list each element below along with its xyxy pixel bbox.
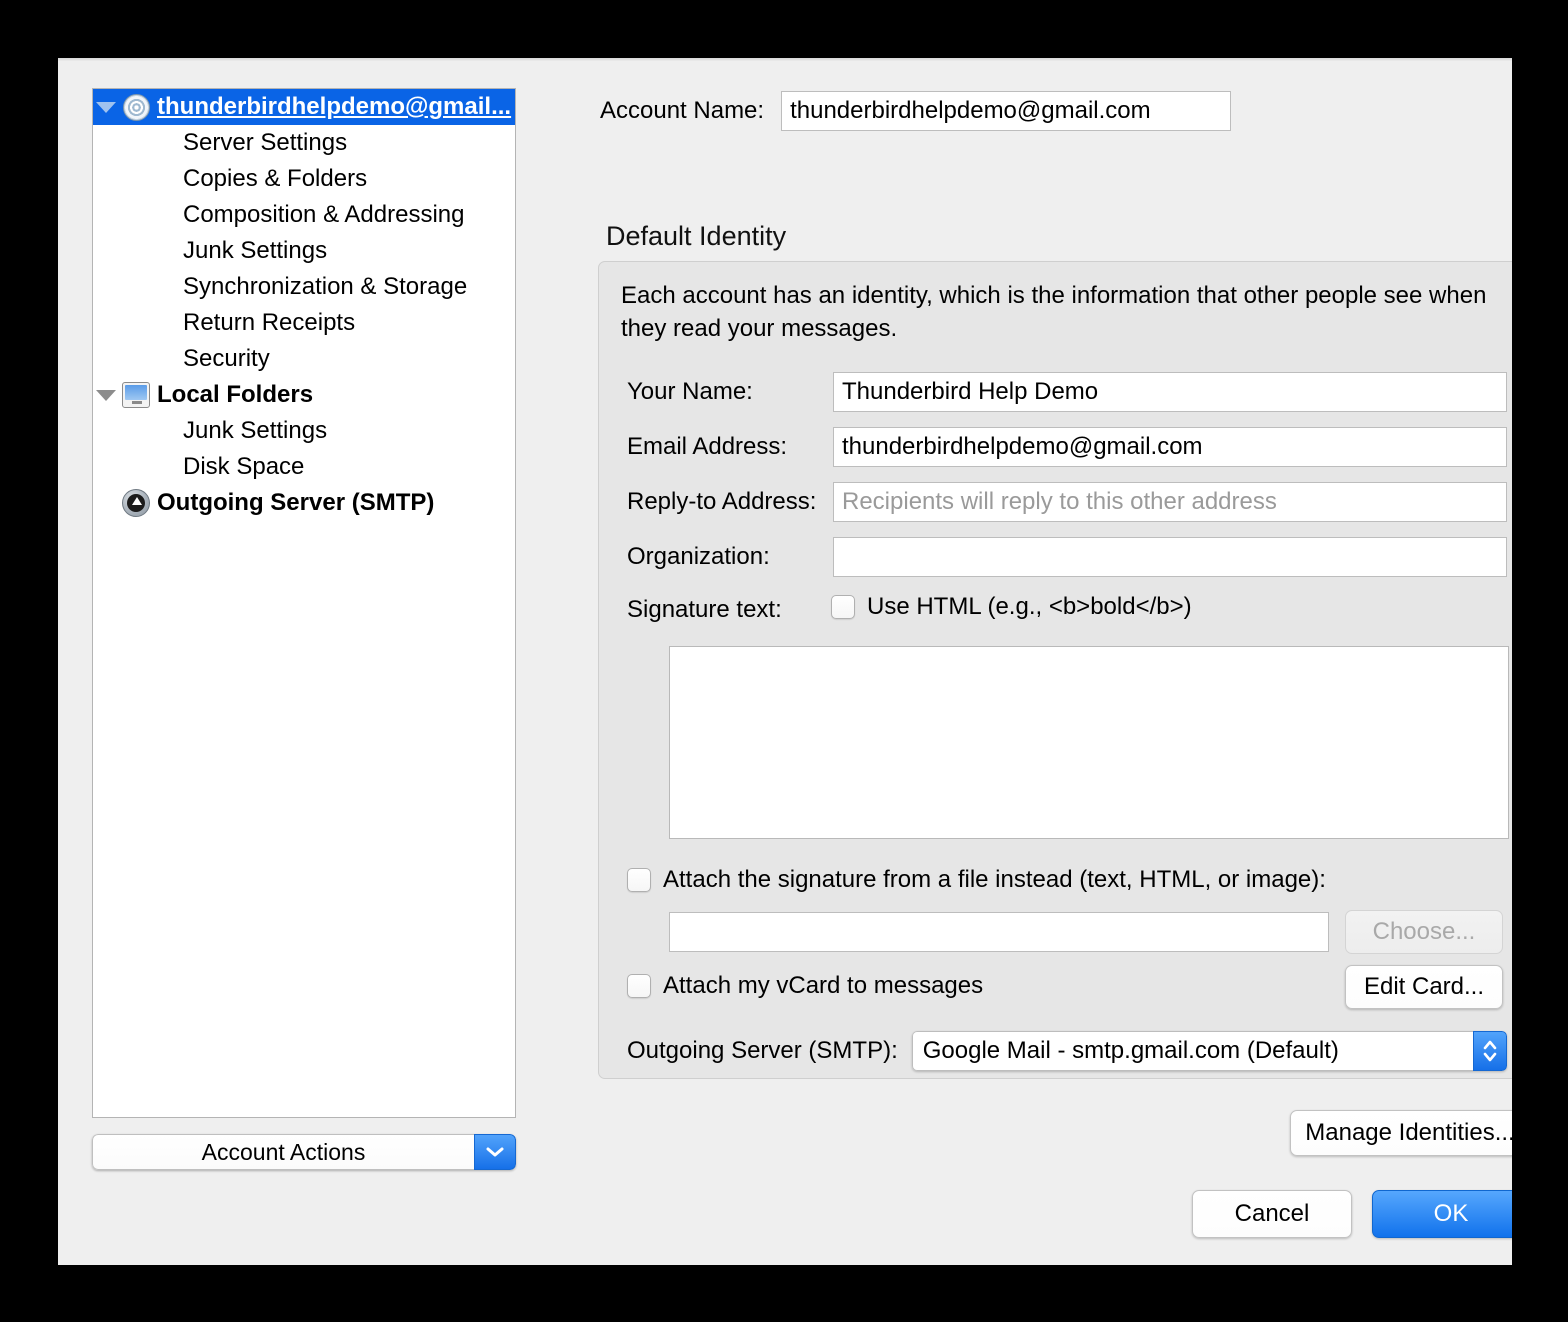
- edit-card-button[interactable]: Edit Card...: [1345, 965, 1503, 1009]
- monitor-icon: [119, 380, 153, 410]
- sidebar-item-outgoing-server-smtp[interactable]: Outgoing Server (SMTP): [93, 485, 515, 521]
- organization-row: Organization:: [627, 537, 1507, 577]
- sidebar-item-label: Copies & Folders: [183, 165, 368, 192]
- sidebar-item-label: Local Folders: [157, 381, 314, 408]
- account-name-row: Account Name: thunderbirdhelpdemo@gmail.…: [600, 91, 1232, 131]
- outgoing-server-row: Outgoing Server (SMTP): Google Mail - sm…: [627, 1031, 1507, 1071]
- outgoing-server-label: Outgoing Server (SMTP):: [627, 1037, 898, 1064]
- choose-button[interactable]: Choose...: [1345, 910, 1503, 954]
- twisty-expanded-icon[interactable]: [93, 102, 119, 113]
- reply-to-row: Reply-to Address: Recipients will reply …: [627, 482, 1507, 522]
- tree-icon-spacer: [145, 272, 179, 302]
- tree-icon-spacer: [145, 236, 179, 266]
- account-icon-glyph: [122, 93, 150, 121]
- sidebar-item-junk-settings[interactable]: Junk Settings: [93, 413, 515, 449]
- attach-vcard-row: Attach my vCard to messages: [627, 972, 983, 1000]
- attach-vcard-checkbox[interactable]: [627, 974, 651, 998]
- your-name-input[interactable]: Thunderbird Help Demo: [833, 372, 1507, 412]
- use-html-row: Use HTML (e.g., <b>bold</b>): [831, 593, 1192, 621]
- account-actions-label: Account Actions: [92, 1134, 474, 1170]
- attach-vcard-label: Attach my vCard to messages: [663, 972, 984, 999]
- account-settings-window: thunderbirdhelpdemo@gmail... Server Setti…: [58, 58, 1512, 1265]
- organization-label: Organization:: [627, 543, 770, 570]
- sidebar-item-return-receipts[interactable]: Return Receipts: [93, 305, 515, 341]
- account-name-label: Account Name:: [600, 97, 765, 124]
- default-identity-group: Each account has an identity, which is t…: [598, 261, 1512, 1079]
- sidebar-item-label: thunderbirdhelpdemo@gmail...: [157, 93, 512, 120]
- sidebar-item-disk-space[interactable]: Disk Space: [93, 449, 515, 485]
- account-icon: [119, 92, 153, 122]
- reply-to-label: Reply-to Address:: [627, 488, 817, 515]
- sidebar-item-label: Junk Settings: [183, 237, 328, 264]
- sidebar-item-label: Composition & Addressing: [183, 201, 465, 228]
- attach-signature-file-row: Attach the signature from a file instead…: [627, 866, 1326, 894]
- sidebar-item-thunderbirdhelpdemo-gmail[interactable]: thunderbirdhelpdemo@gmail...: [93, 89, 515, 125]
- sidebar-item-local-folders[interactable]: Local Folders: [93, 377, 515, 413]
- your-name-label: Your Name:: [627, 378, 753, 405]
- attach-signature-file-label: Attach the signature from a file instead…: [663, 866, 1326, 893]
- tree-icon-spacer: [145, 452, 179, 482]
- sidebar-item-server-settings[interactable]: Server Settings: [93, 125, 515, 161]
- identity-description: Each account has an identity, which is t…: [621, 282, 1487, 342]
- smtp-icon: [119, 488, 153, 518]
- tree-icon-spacer: [145, 128, 179, 158]
- tree-icon-spacer: [145, 344, 179, 374]
- tree-icon-spacer: [145, 416, 179, 446]
- twisty-expanded-icon[interactable]: [93, 390, 119, 401]
- sidebar-item-label: Security: [183, 345, 270, 372]
- sidebar-item-security[interactable]: Security: [93, 341, 515, 377]
- default-identity-heading: Default Identity: [606, 221, 787, 251]
- sidebar-item-synchronization-storage[interactable]: Synchronization & Storage: [93, 269, 515, 305]
- sidebar-item-junk-settings[interactable]: Junk Settings: [93, 233, 515, 269]
- sidebar-item-copies-folders[interactable]: Copies & Folders: [93, 161, 515, 197]
- use-html-checkbox[interactable]: [831, 595, 855, 619]
- tree-icon-spacer: [145, 200, 179, 230]
- email-address-input[interactable]: thunderbirdhelpdemo@gmail.com: [833, 427, 1507, 467]
- outgoing-server-value: Google Mail - smtp.gmail.com (Default): [911, 1031, 1473, 1071]
- account-actions-button[interactable]: Account Actions: [92, 1134, 516, 1170]
- use-html-label: Use HTML (e.g., <b>bold</b>): [867, 593, 1192, 620]
- organization-input[interactable]: [833, 537, 1507, 577]
- your-name-row: Your Name: Thunderbird Help Demo: [627, 372, 1507, 412]
- outgoing-server-select[interactable]: Google Mail - smtp.gmail.com (Default): [911, 1031, 1507, 1071]
- account-name-input[interactable]: thunderbirdhelpdemo@gmail.com: [781, 91, 1232, 131]
- accounts-tree[interactable]: thunderbirdhelpdemo@gmail... Server Setti…: [92, 88, 516, 1118]
- cancel-button[interactable]: Cancel: [1192, 1190, 1352, 1238]
- sidebar-item-composition-addressing[interactable]: Composition & Addressing: [93, 197, 515, 233]
- signature-file-path-input[interactable]: [669, 912, 1329, 952]
- sidebar-item-label: Return Receipts: [183, 309, 356, 336]
- ok-button[interactable]: OK: [1372, 1190, 1512, 1238]
- sidebar-item-label: Synchronization & Storage: [183, 273, 468, 300]
- signature-textarea[interactable]: [669, 646, 1509, 839]
- attach-signature-file-checkbox[interactable]: [627, 868, 651, 892]
- email-address-label: Email Address:: [627, 433, 788, 460]
- settings-pane: Account Name: thunderbirdhelpdemo@gmail.…: [536, 58, 1512, 1265]
- tree-icon-spacer: [145, 164, 179, 194]
- smtp-icon-glyph: [122, 489, 150, 517]
- monitor-icon-glyph: [122, 382, 150, 408]
- sidebar-item-label: Junk Settings: [183, 417, 328, 444]
- updown-chevron-icon[interactable]: [1473, 1031, 1507, 1071]
- sidebar-item-label: Server Settings: [183, 129, 348, 156]
- tree-icon-spacer: [145, 308, 179, 338]
- reply-to-input[interactable]: Recipients will reply to this other addr…: [833, 482, 1507, 522]
- chevron-down-icon[interactable]: [474, 1134, 516, 1170]
- email-address-row: Email Address: thunderbirdhelpdemo@gmail…: [627, 427, 1507, 467]
- signature-text-label: Signature text:: [627, 596, 782, 623]
- manage-identities-button[interactable]: Manage Identities...: [1290, 1110, 1512, 1156]
- sidebar-item-label: Outgoing Server (SMTP): [157, 489, 435, 516]
- sidebar-item-label: Disk Space: [183, 453, 305, 480]
